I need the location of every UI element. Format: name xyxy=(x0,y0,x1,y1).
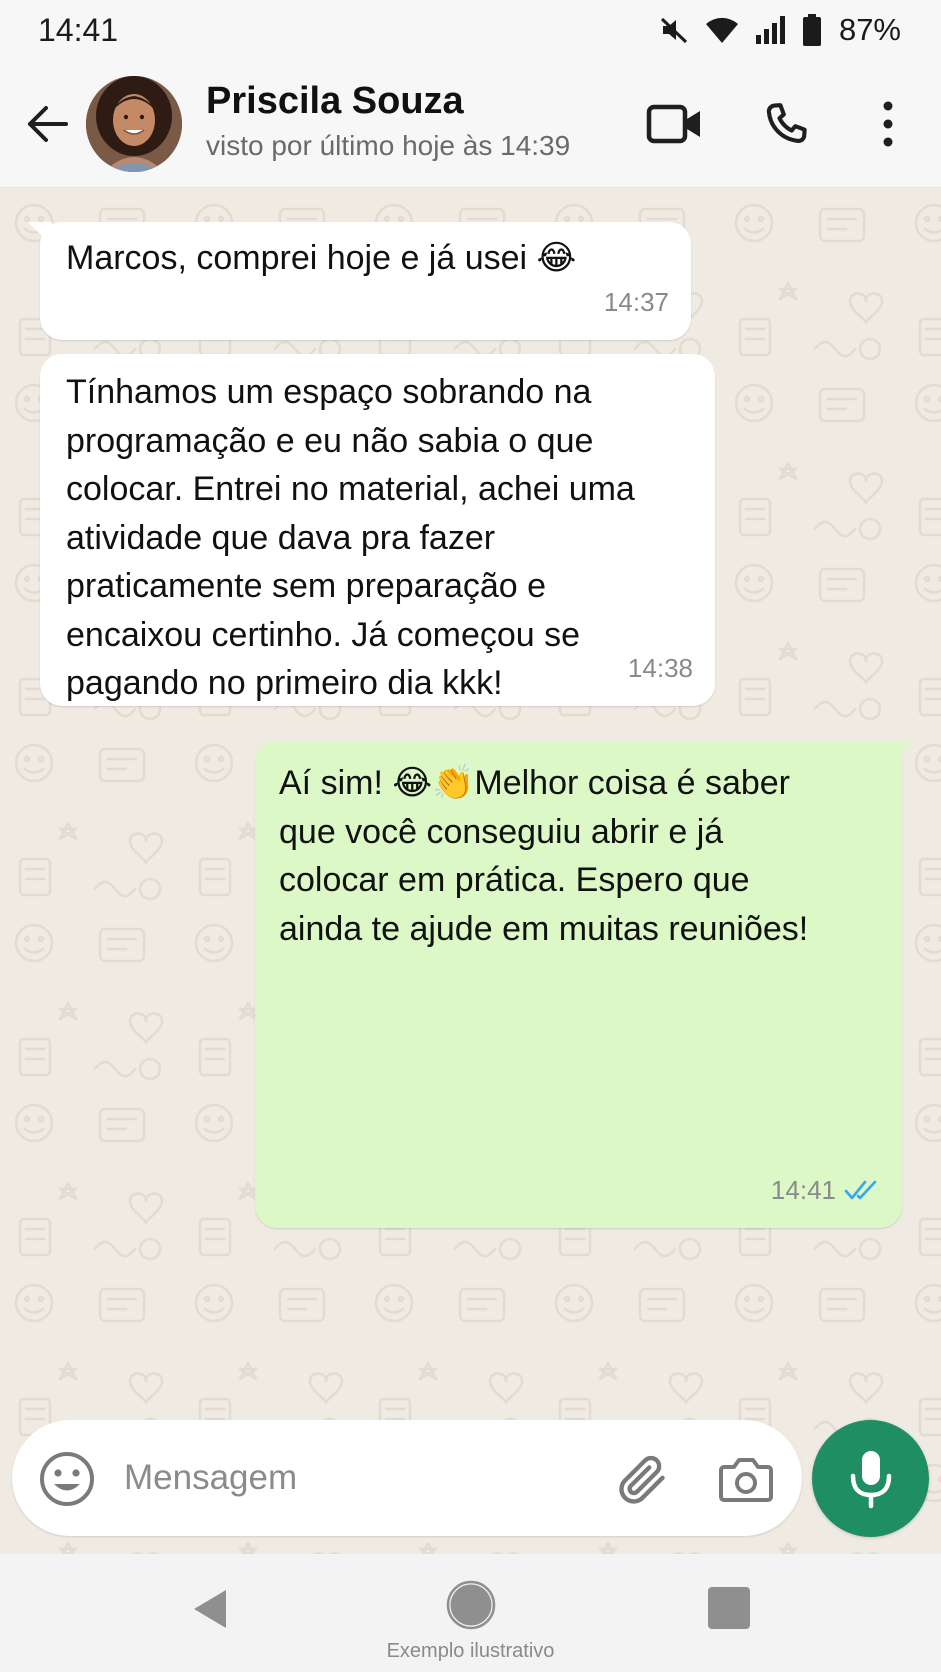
video-call-button[interactable] xyxy=(646,100,704,148)
voice-call-button[interactable] xyxy=(760,98,812,150)
mic-icon xyxy=(850,1450,891,1508)
attach-button[interactable] xyxy=(612,1450,672,1508)
message-text: Aí sim! 😂👏Melhor coisa é saber que você … xyxy=(279,764,809,948)
more-vert-icon xyxy=(883,101,893,147)
read-receipt-icon xyxy=(844,1180,877,1200)
back-button[interactable] xyxy=(22,98,74,150)
battery-icon xyxy=(802,14,821,46)
message-time: 14:38 xyxy=(627,652,693,683)
message-input[interactable] xyxy=(124,1444,594,1512)
voice-record-button[interactable] xyxy=(812,1420,929,1537)
mute-icon xyxy=(659,15,689,45)
contact-name[interactable]: Priscila Souza xyxy=(206,80,464,123)
message-meta: 14:38 xyxy=(628,644,693,693)
battery-percentage: 87% xyxy=(838,12,901,47)
message-meta: 14:37 xyxy=(604,278,669,327)
message-time: 14:37 xyxy=(603,286,669,317)
status-icons: 87% xyxy=(659,12,901,48)
message-text: Tínhamos um espaço sobrando na programaç… xyxy=(66,373,635,702)
avatar[interactable] xyxy=(86,76,182,172)
chat-header: Priscila Souza visto por último hoje às … xyxy=(0,62,941,188)
camera-button[interactable] xyxy=(718,1452,774,1506)
message-composer xyxy=(12,1420,802,1536)
illustrative-watermark: Exemplo ilustrativo xyxy=(386,1640,555,1662)
message-bubble[interactable]: Marcos, comprei hoje e já usei 😂 14:37 xyxy=(28,222,691,340)
chat-screen: 14:41 87% Priscila Souza visto por últim… xyxy=(0,0,941,1672)
message-bubble-outgoing[interactable]: Aí sim! 😂👏Melhor coisa é saber que você … xyxy=(255,741,914,1228)
attach-icon xyxy=(619,1455,665,1504)
message-text: Marcos, comprei hoje e já usei 😂 xyxy=(66,239,577,277)
bubble-tail xyxy=(28,222,52,246)
message-meta: 14:41 xyxy=(771,1166,880,1215)
video-call-icon xyxy=(646,104,700,144)
phone-icon xyxy=(766,103,807,143)
system-navigation-bar: Exemplo ilustrativo xyxy=(0,1554,941,1672)
bubble-tail xyxy=(890,741,914,765)
back-arrow-icon xyxy=(28,106,68,142)
message-list[interactable]: Marcos, comprei hoje e já usei 😂 14:37 T… xyxy=(0,189,941,1554)
nav-back-button[interactable] xyxy=(186,1584,236,1634)
emoji-icon xyxy=(40,1452,94,1506)
wifi-icon xyxy=(705,16,739,44)
last-seen-status: visto por último hoje às 14:39 xyxy=(206,130,571,161)
emoji-button[interactable] xyxy=(38,1450,96,1508)
signal-icon xyxy=(755,15,787,45)
status-bar: 14:41 87% xyxy=(0,0,941,62)
nav-recents-button[interactable] xyxy=(708,1587,750,1629)
status-time: 14:41 xyxy=(38,12,119,48)
message-time: 14:41 xyxy=(770,1174,836,1205)
triangle-back-icon xyxy=(194,1590,226,1628)
message-bubble[interactable]: Tínhamos um espaço sobrando na programaç… xyxy=(40,354,715,706)
camera-icon xyxy=(719,1458,773,1502)
circle-home-icon xyxy=(446,1580,496,1630)
nav-home-button[interactable] xyxy=(446,1580,496,1630)
more-options-button[interactable] xyxy=(868,96,908,152)
